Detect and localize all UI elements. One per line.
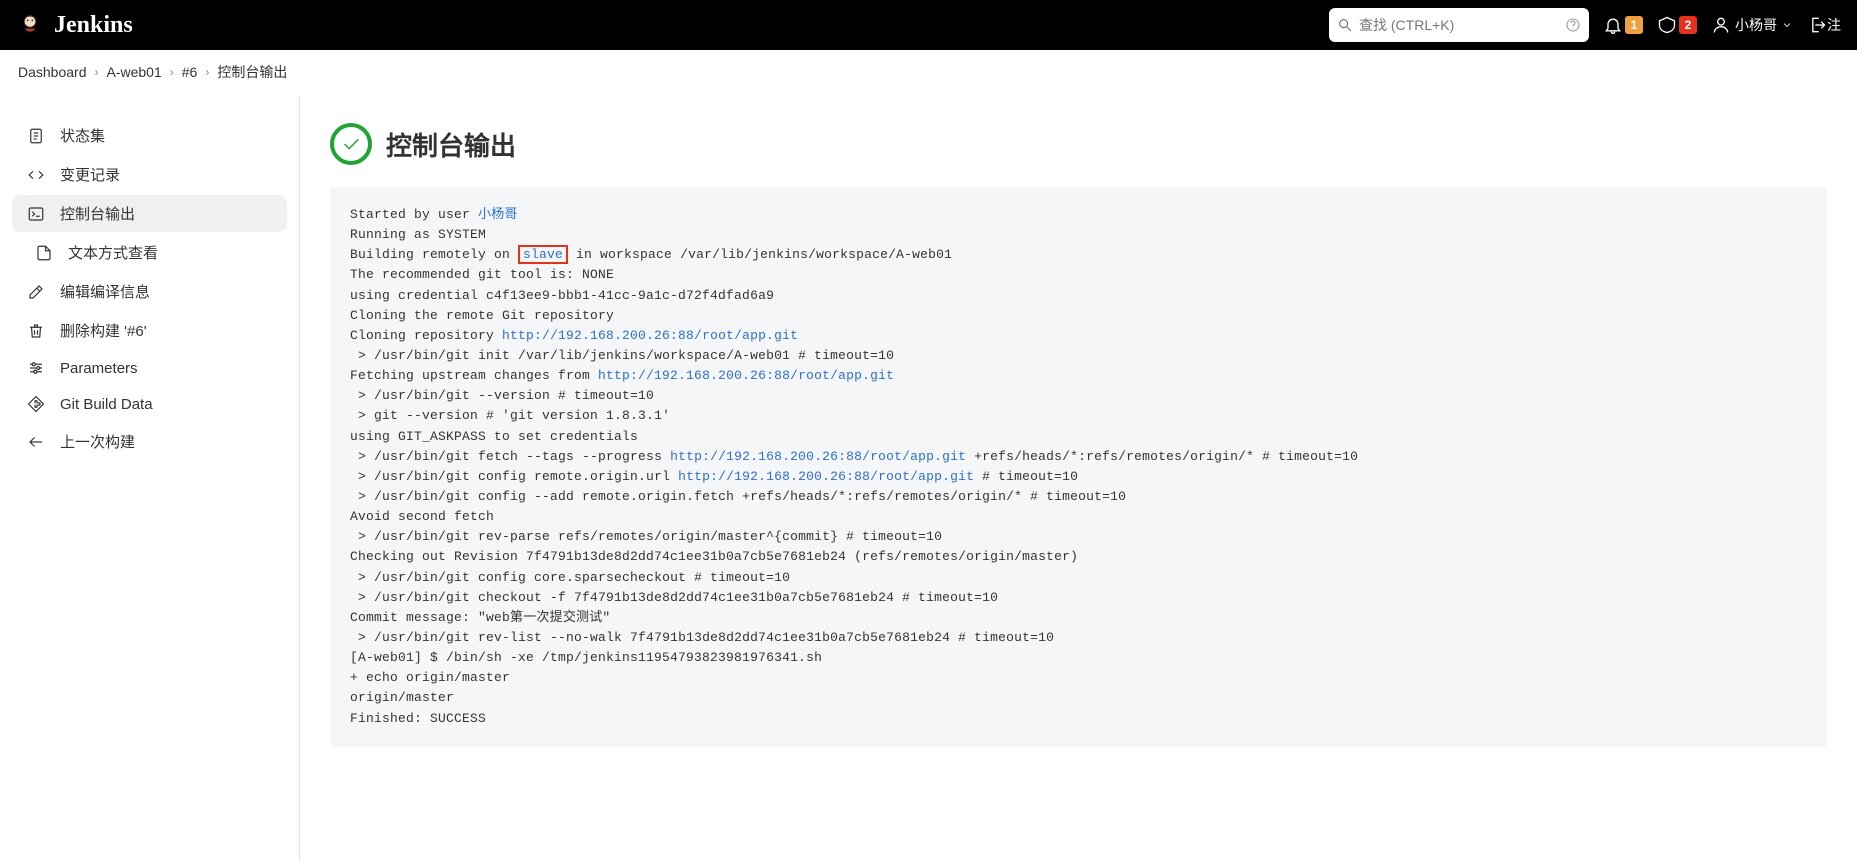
- logout-button[interactable]: 注: [1807, 15, 1841, 35]
- sidebar-label: 控制台输出: [60, 203, 135, 224]
- console-line: > git --version # 'git version 1.8.3.1': [350, 408, 670, 423]
- arrow-left-icon: [26, 433, 46, 451]
- sidebar-label: 状态集: [60, 125, 105, 146]
- code-icon: [26, 166, 46, 184]
- sidebar-item-changes[interactable]: 变更记录: [12, 156, 287, 193]
- terminal-icon: [26, 205, 46, 223]
- notifications-badge: 1: [1625, 16, 1643, 34]
- chevron-right-icon: ›: [95, 65, 99, 79]
- console-line: # timeout=10: [974, 469, 1078, 484]
- repo-link[interactable]: http://192.168.200.26:88/root/app.git: [678, 469, 974, 484]
- brand[interactable]: Jenkins: [16, 11, 133, 39]
- console-line: Commit message: "web第一次提交测试": [350, 610, 610, 625]
- search-box[interactable]: [1329, 8, 1589, 42]
- console-line: > /usr/bin/git checkout -f 7f4791b13de8d…: [350, 590, 998, 605]
- console-line: The recommended git tool is: NONE: [350, 267, 614, 282]
- chevron-down-icon: [1781, 19, 1793, 31]
- sidebar-label: 文本方式查看: [68, 242, 158, 263]
- console-line: > /usr/bin/git init /var/lib/jenkins/wor…: [350, 348, 894, 363]
- console-line: Checking out Revision 7f4791b13de8d2dd74…: [350, 549, 1078, 564]
- sliders-icon: [26, 359, 46, 377]
- console-line: > /usr/bin/git --version # timeout=10: [350, 388, 654, 403]
- brand-name: Jenkins: [54, 12, 133, 39]
- console-line: origin/master: [350, 690, 454, 705]
- repo-link[interactable]: http://192.168.200.26:88/root/app.git: [670, 449, 966, 464]
- trash-icon: [26, 322, 46, 340]
- console-line: Running as SYSTEM: [350, 227, 486, 242]
- header-right: 1 2 小杨哥 注: [1329, 8, 1841, 42]
- sidebar-label: 删除构建 '#6': [60, 320, 147, 341]
- sidebar-item-prev-build[interactable]: 上一次构建: [12, 423, 287, 460]
- chevron-right-icon: ›: [205, 65, 209, 79]
- sidebar-label: 编辑编译信息: [60, 281, 150, 302]
- success-icon: [330, 123, 372, 165]
- console-line: > /usr/bin/git config --add remote.origi…: [350, 489, 1126, 504]
- chevron-right-icon: ›: [170, 65, 174, 79]
- alerts-badge: 2: [1679, 16, 1697, 34]
- sidebar-item-status[interactable]: 状态集: [12, 117, 287, 154]
- breadcrumb-item[interactable]: Dashboard: [18, 64, 87, 80]
- console-line: Avoid second fetch: [350, 509, 494, 524]
- console-line: Finished: SUCCESS: [350, 711, 486, 726]
- breadcrumb-item[interactable]: #6: [182, 64, 198, 80]
- sidebar-item-delete-build[interactable]: 删除构建 '#6': [12, 312, 287, 349]
- sidebar-item-parameters[interactable]: Parameters: [12, 351, 287, 385]
- jenkins-logo-icon: [16, 11, 44, 39]
- console-line: +refs/heads/*:refs/remotes/origin/* # ti…: [966, 449, 1358, 464]
- sidebar-item-git-data[interactable]: Git Build Data: [12, 387, 287, 421]
- sidebar-label: Git Build Data: [60, 396, 153, 413]
- main-content: 控制台输出 Started by user 小杨哥 Running as SYS…: [300, 95, 1857, 861]
- file-icon: [34, 244, 54, 262]
- search-input[interactable]: [1359, 17, 1559, 33]
- help-icon[interactable]: [1565, 17, 1581, 33]
- console-line: Cloning the remote Git repository: [350, 308, 614, 323]
- sidebar-item-text-view[interactable]: 文本方式查看: [12, 234, 287, 271]
- sidebar-label: 变更记录: [60, 164, 120, 185]
- sidebar: 状态集 变更记录 控制台输出 文本方式查看 编辑编译信息 删除构建 '#6' P…: [0, 95, 300, 861]
- top-header: Jenkins 1 2 小杨哥 注: [0, 0, 1857, 50]
- console-line: > /usr/bin/git fetch --tags --progress: [350, 449, 670, 464]
- console-line: Fetching upstream changes from: [350, 368, 598, 383]
- console-line: [A-web01] $ /bin/sh -xe /tmp/jenkins1195…: [350, 650, 822, 665]
- console-line: in workspace /var/lib/jenkins/workspace/…: [568, 247, 952, 262]
- breadcrumb-item[interactable]: 控制台输出: [217, 62, 287, 82]
- sidebar-item-edit-build[interactable]: 编辑编译信息: [12, 273, 287, 310]
- console-line: Started by user: [350, 207, 478, 222]
- node-link[interactable]: slave: [518, 245, 568, 264]
- sidebar-label: Parameters: [60, 360, 138, 377]
- breadcrumb-item[interactable]: A-web01: [107, 64, 162, 80]
- repo-link[interactable]: http://192.168.200.26:88/root/app.git: [598, 368, 894, 383]
- console-line: > /usr/bin/git config remote.origin.url: [350, 469, 678, 484]
- user-menu[interactable]: 小杨哥: [1711, 15, 1793, 35]
- user-name: 小杨哥: [1735, 15, 1777, 35]
- breadcrumbs: Dashboard › A-web01 › #6 › 控制台输出: [0, 50, 1857, 95]
- git-icon: [26, 395, 46, 413]
- console-line: + echo origin/master: [350, 670, 510, 685]
- console-line: > /usr/bin/git config core.sparsecheckou…: [350, 570, 790, 585]
- console-line: Cloning repository: [350, 328, 502, 343]
- console-line: > /usr/bin/git rev-parse refs/remotes/or…: [350, 529, 942, 544]
- logout-label: 注: [1827, 15, 1841, 35]
- search-icon: [1337, 17, 1353, 33]
- console-line: Building remotely on: [350, 247, 518, 262]
- console-line: > /usr/bin/git rev-list --no-walk 7f4791…: [350, 630, 1054, 645]
- user-link[interactable]: 小杨哥: [478, 207, 518, 222]
- page-title-row: 控制台输出: [330, 123, 1827, 165]
- document-icon: [26, 127, 46, 145]
- alerts-button[interactable]: 2: [1657, 15, 1697, 35]
- repo-link[interactable]: http://192.168.200.26:88/root/app.git: [502, 328, 798, 343]
- console-line: using credential c4f13ee9-bbb1-41cc-9a1c…: [350, 288, 774, 303]
- edit-icon: [26, 283, 46, 301]
- sidebar-item-console[interactable]: 控制台输出: [12, 195, 287, 232]
- page-title: 控制台输出: [386, 126, 516, 163]
- sidebar-label: 上一次构建: [60, 431, 135, 452]
- notifications-button[interactable]: 1: [1603, 15, 1643, 35]
- console-line: using GIT_ASKPASS to set credentials: [350, 429, 646, 444]
- console-output: Started by user 小杨哥 Running as SYSTEM Bu…: [330, 187, 1827, 747]
